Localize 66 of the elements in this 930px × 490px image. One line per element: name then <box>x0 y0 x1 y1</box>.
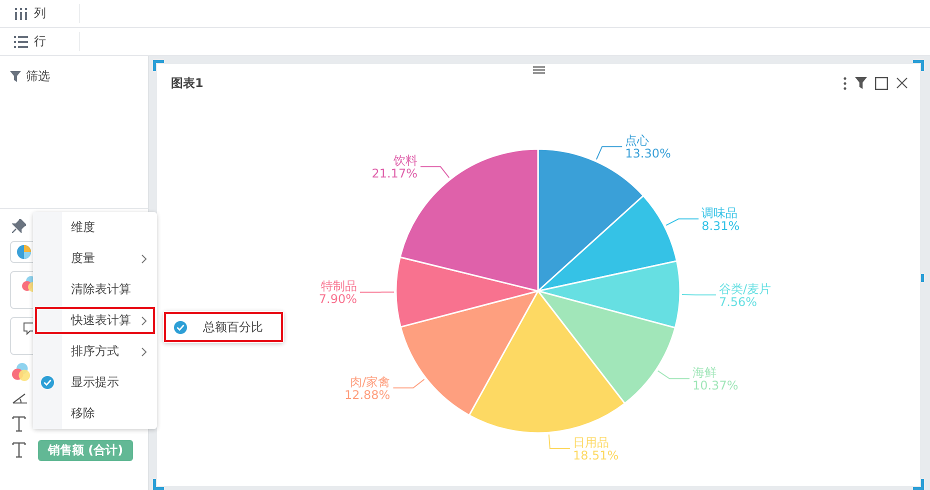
resize-corner-handle[interactable] <box>913 479 924 490</box>
slice-value-label: 7.90% <box>318 292 357 306</box>
pie-icon <box>17 245 31 259</box>
list-icon <box>14 36 28 48</box>
slice-label: 谷类/麦片 <box>718 282 771 296</box>
slice-value-label: 13.30% <box>625 146 671 161</box>
leader-line <box>681 294 716 296</box>
slice-value-label: 21.17% <box>372 166 418 181</box>
slice-label: 肉/家禽 <box>350 374 390 389</box>
menu-item-label: 快速表计算 <box>70 312 131 329</box>
filter-icon <box>10 71 21 82</box>
menu-item-label: 移除 <box>70 405 95 422</box>
leader-line <box>666 218 700 226</box>
columns-icon <box>14 8 28 20</box>
text-icon <box>12 442 26 458</box>
filter-icon[interactable] <box>855 77 867 89</box>
slice-value-label: 18.51% <box>572 448 619 463</box>
menu-item[interactable]: 维度 <box>33 212 157 243</box>
drag-handle-icon[interactable] <box>533 66 545 74</box>
menu-item-label: 清除表计算 <box>70 281 131 298</box>
menu-item[interactable]: 快速表计算 <box>33 305 157 336</box>
text-icon <box>12 416 26 432</box>
slice-label: 特制品 <box>321 279 357 294</box>
more-icon[interactable] <box>843 76 847 90</box>
chevron-right-icon <box>141 254 147 264</box>
slice-label: 点心 <box>625 134 650 148</box>
chevron-right-icon <box>141 316 147 326</box>
resize-corner-handle[interactable] <box>153 60 164 71</box>
menu-item[interactable]: 排序方式 <box>33 336 157 367</box>
leader-line <box>392 378 425 388</box>
menu-item[interactable]: 度量 <box>33 243 157 274</box>
shelf-label: 行 <box>34 33 46 50</box>
pin-icon <box>12 219 26 233</box>
menu-item[interactable]: 清除表计算 <box>33 274 157 305</box>
chevron-right-icon <box>141 346 147 356</box>
menu-item-label: 总额百分比 <box>202 318 263 336</box>
maximize-icon[interactable] <box>875 76 888 90</box>
leader-line <box>420 166 450 178</box>
leader-line <box>360 292 394 293</box>
menu-item-label: 度量 <box>70 250 95 267</box>
slice-label: 日用品 <box>572 436 609 450</box>
slice-label: 调味品 <box>702 206 738 220</box>
menu-item-label: 排序方式 <box>70 343 119 360</box>
slice-value-label: 12.88% <box>344 388 390 402</box>
slice-label: 海鲜 <box>692 366 716 380</box>
chart-title: 图表1 <box>171 74 204 92</box>
leader-line <box>548 434 570 450</box>
slice-value-label: 10.37% <box>692 378 738 393</box>
angle-icon <box>12 392 28 404</box>
resize-corner-handle[interactable] <box>153 479 164 490</box>
leader-line <box>596 146 623 160</box>
leader-line <box>657 370 690 380</box>
resize-corner-handle[interactable] <box>913 60 924 71</box>
slice-value-label: 8.31% <box>702 218 740 233</box>
menu-item[interactable]: 移除 <box>33 398 157 429</box>
slice-value-label: 7.56% <box>718 294 758 309</box>
menu-item[interactable]: 显示提示 <box>33 367 157 398</box>
color-circles-icon <box>12 363 30 381</box>
close-icon[interactable] <box>896 77 908 89</box>
menu-item-label: 显示提示 <box>70 374 119 391</box>
shelf-label: 列 <box>34 5 46 22</box>
filter-title: 筛选 <box>26 68 50 85</box>
resize-side-handle[interactable] <box>921 274 924 282</box>
slice-label: 饮料 <box>394 154 418 168</box>
menu-item[interactable]: 总额百分比 <box>163 311 284 343</box>
menu-item-label: 维度 <box>70 219 95 236</box>
